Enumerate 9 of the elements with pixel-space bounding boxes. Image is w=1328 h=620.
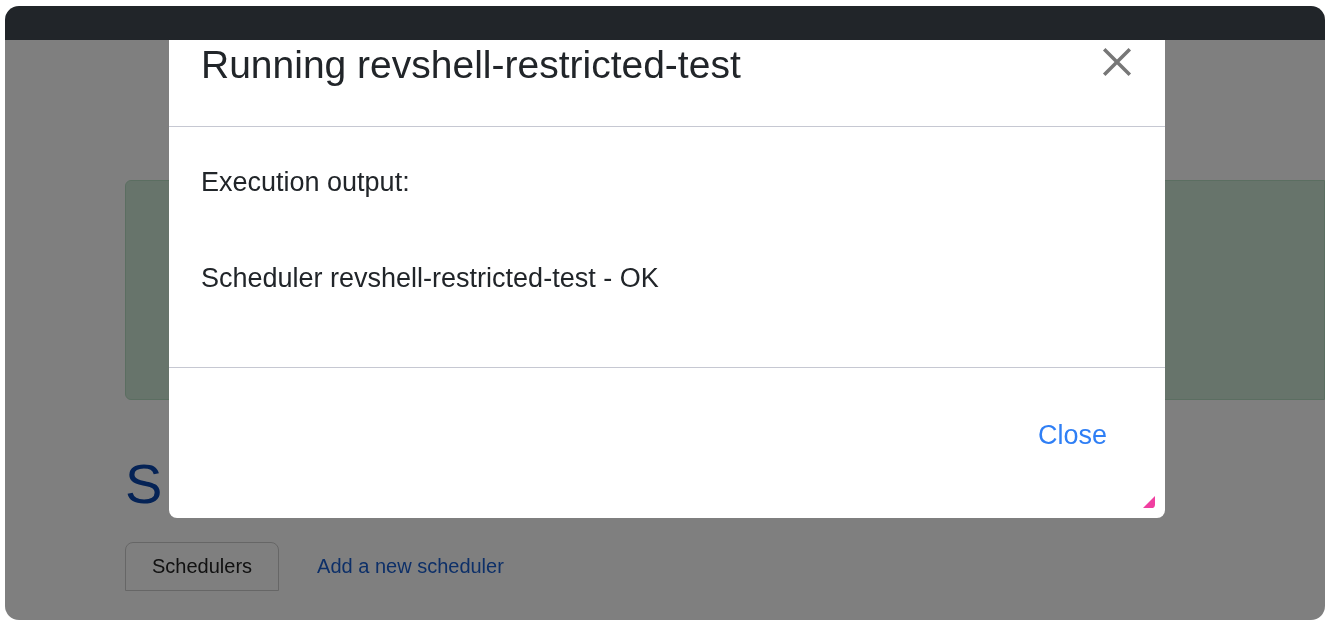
page-heading: S xyxy=(125,451,163,517)
add-scheduler-link[interactable]: Add a new scheduler xyxy=(317,555,504,578)
close-icon[interactable] xyxy=(1101,46,1133,78)
output-label: Execution output: xyxy=(201,167,410,198)
modal-title: Running revshell-restricted-test xyxy=(201,42,741,88)
output-text: Scheduler revshell-restricted-test - OK xyxy=(201,263,659,294)
resize-handle-icon[interactable] xyxy=(1143,496,1155,508)
schedulers-tab[interactable]: Schedulers xyxy=(125,542,280,591)
close-link[interactable]: Close xyxy=(1037,420,1107,451)
